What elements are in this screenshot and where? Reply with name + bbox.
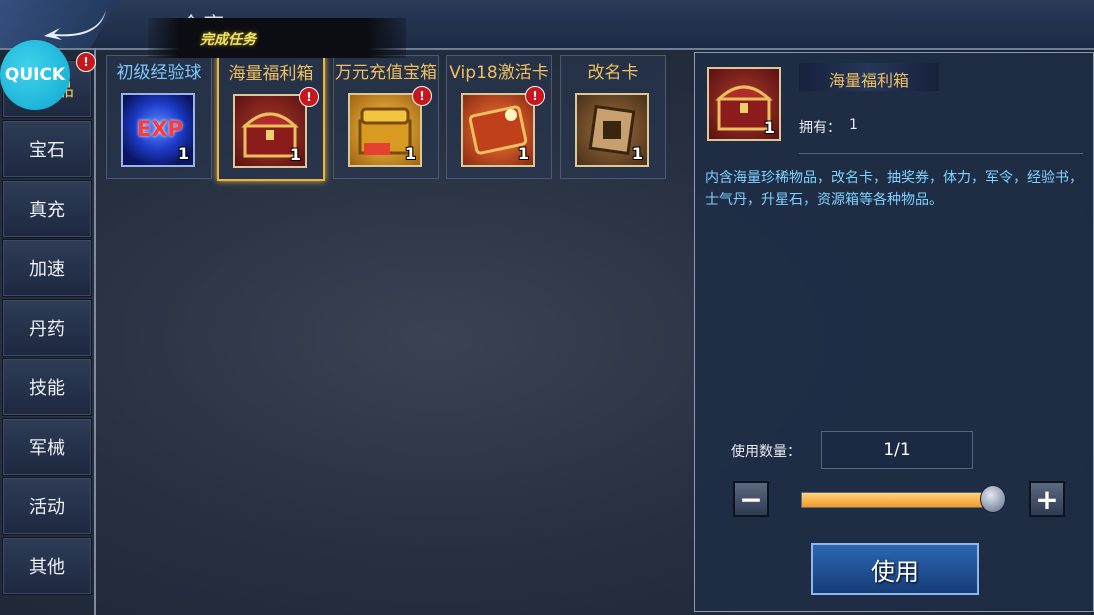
item-name: 万元充值宝箱 bbox=[335, 63, 437, 83]
quantity-slider[interactable] bbox=[801, 492, 993, 508]
gold-chest-icon: 1 bbox=[348, 93, 422, 167]
item-detail-panel: 1 海量福利箱 拥有： 1 内含海量珍稀物品，改名卡，抽奖券，体力，军令，经验书… bbox=[694, 52, 1094, 612]
item-count: 1 bbox=[631, 144, 643, 163]
item-count: 1 bbox=[289, 145, 301, 164]
new-item-badge: ! bbox=[299, 87, 319, 107]
quantity-display: 1/1 bbox=[821, 431, 973, 469]
red-chest-icon: 1 bbox=[233, 94, 307, 168]
sidebar-item-speedup[interactable]: 加速 bbox=[2, 239, 92, 297]
quest-banner-text: 完成任务 bbox=[200, 32, 256, 48]
detail-item-name: 海量福利箱 bbox=[828, 71, 909, 90]
item-name: 改名卡 bbox=[587, 63, 639, 83]
rename-card-icon: 1 bbox=[575, 93, 649, 167]
item-slot-vip-card[interactable]: Vip18激活卡 1 ! bbox=[446, 55, 552, 179]
exp-label: EXP bbox=[137, 117, 183, 141]
use-item-button[interactable]: 使用 bbox=[811, 543, 979, 595]
new-item-badge: ! bbox=[412, 86, 432, 106]
quest-complete-banner[interactable]: 完成任务 bbox=[148, 18, 406, 58]
owned-label: 拥有： bbox=[799, 120, 841, 136]
increase-quantity-button[interactable]: + bbox=[1029, 481, 1065, 517]
sidebar-item-gems[interactable]: 宝石 bbox=[2, 120, 92, 178]
sidebar-item-other[interactable]: 其他 bbox=[2, 537, 92, 595]
sidebar-item-events[interactable]: 活动 bbox=[2, 477, 92, 535]
item-name: 初级经验球 bbox=[116, 63, 202, 83]
detail-divider bbox=[799, 153, 1083, 154]
item-slot-recharge-chest[interactable]: 万元充值宝箱 1 ! bbox=[333, 55, 439, 179]
item-count: 1 bbox=[517, 144, 529, 163]
item-count: 1 bbox=[404, 144, 416, 163]
quantity-slider-handle[interactable] bbox=[980, 485, 1006, 513]
decrease-quantity-button[interactable]: − bbox=[733, 481, 769, 517]
item-name: 海量福利箱 bbox=[228, 64, 314, 84]
owned-value: 1 bbox=[849, 117, 858, 133]
item-slot-rename-card[interactable]: 改名卡 1 bbox=[560, 55, 666, 179]
category-sidebar: 消耗品 宝石 真充 加速 丹药 技能 军械 活动 其他 bbox=[0, 60, 94, 615]
sidebar-item-ordnance[interactable]: 军械 bbox=[2, 418, 92, 476]
sidebar-item-pills[interactable]: 丹药 bbox=[2, 299, 92, 357]
item-slot-exp-orb[interactable]: 初级经验球 EXP 1 bbox=[106, 55, 212, 179]
vip-card-icon: 1 bbox=[461, 93, 535, 167]
item-count: 1 bbox=[177, 144, 189, 163]
red-chest-icon: 1 bbox=[707, 67, 781, 141]
item-description: 内含海量珍稀物品，改名卡，抽奖券，体力，军令，经验书，士气丹，升星石，资源箱等各… bbox=[705, 170, 1083, 208]
sidebar-divider bbox=[94, 48, 96, 615]
detail-name-bar: 海量福利箱 bbox=[799, 63, 939, 91]
item-slot-welfare-chest[interactable]: 海量福利箱 1 ! bbox=[217, 55, 325, 181]
back-arrow-icon bbox=[44, 10, 106, 40]
item-name: Vip18激活卡 bbox=[449, 63, 549, 83]
quantity-slider-fill bbox=[802, 493, 992, 507]
quick-button[interactable]: QUICK bbox=[0, 40, 70, 110]
sidebar-item-recharge[interactable]: 真充 bbox=[2, 180, 92, 238]
sidebar-item-skills[interactable]: 技能 bbox=[2, 358, 92, 416]
new-item-badge: ! bbox=[525, 86, 545, 106]
detail-item-count: 1 bbox=[763, 118, 775, 137]
back-button[interactable] bbox=[0, 0, 140, 48]
quantity-label: 使用数量： bbox=[731, 444, 801, 460]
exp-orb-icon: EXP 1 bbox=[121, 93, 195, 167]
sidebar-alert-badge: ! bbox=[76, 52, 96, 72]
